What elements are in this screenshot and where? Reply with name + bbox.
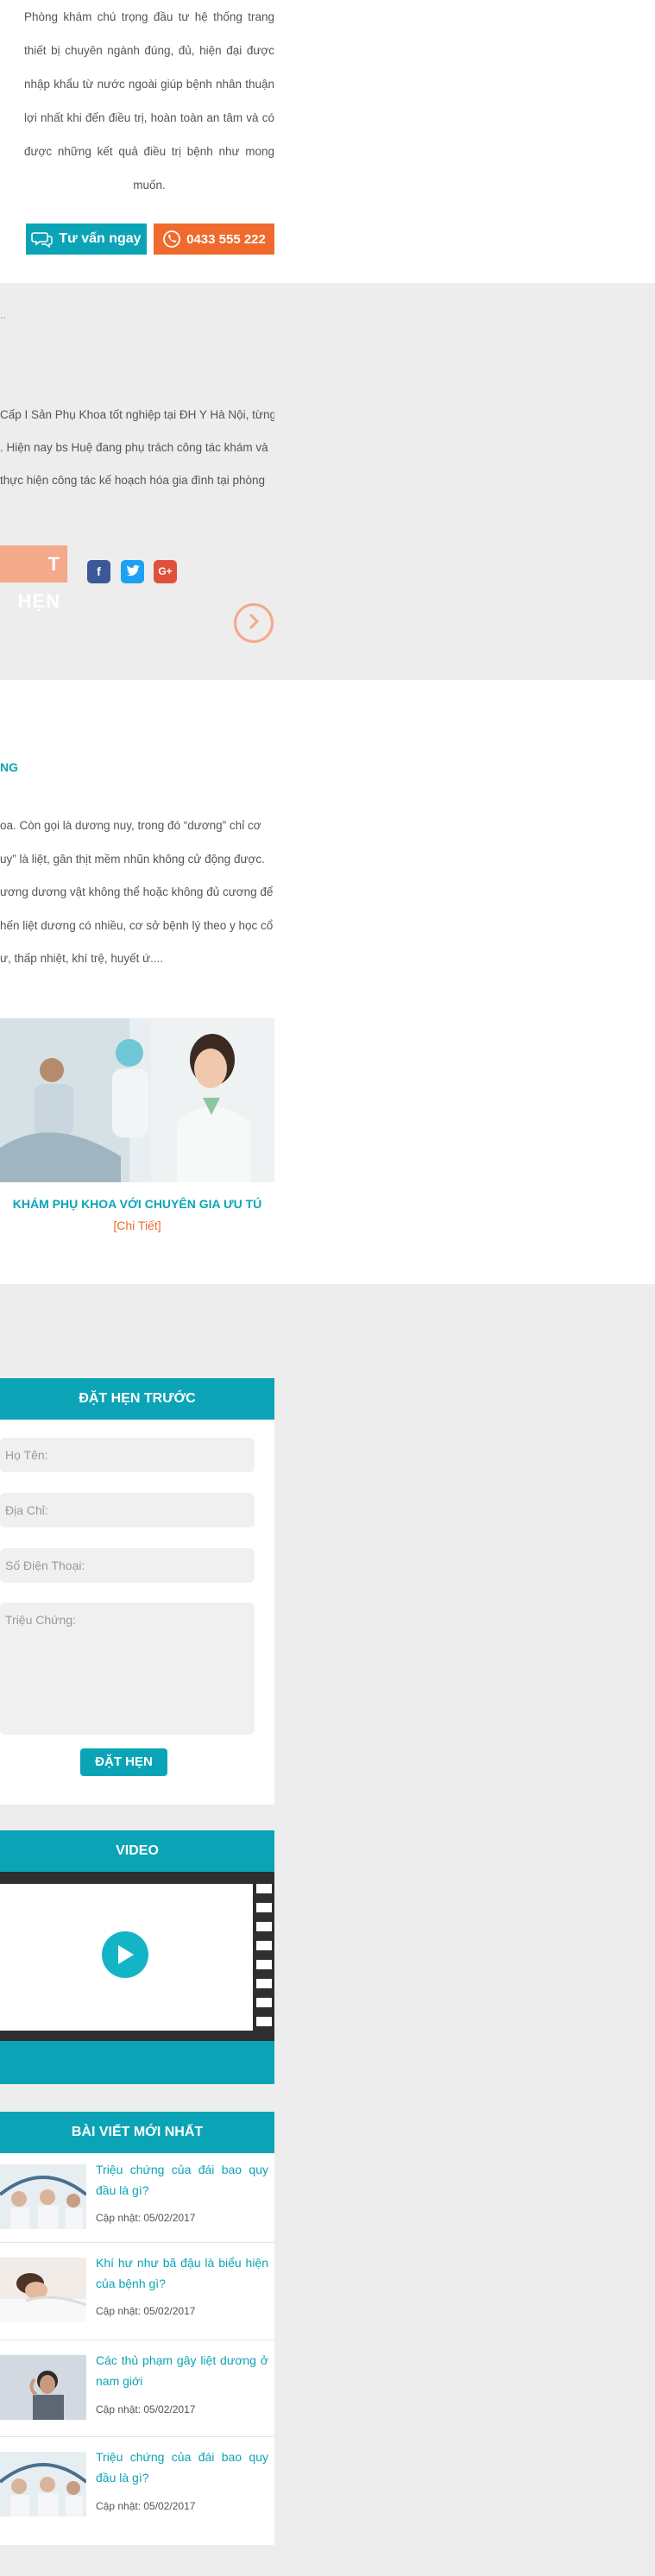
film-strip-hole bbox=[256, 1884, 272, 1893]
submit-booking-button[interactable]: ĐẶT HẸN bbox=[80, 1748, 167, 1776]
phone-field[interactable]: Số Điện Thoại: bbox=[0, 1548, 255, 1583]
consult-button[interactable]: Tư vấn ngay bbox=[26, 224, 147, 255]
play-icon[interactable] bbox=[102, 1931, 148, 1978]
post-date: Cập nhật: 05/02/2017 bbox=[96, 2305, 196, 2317]
symptom-field[interactable]: Triệu Chứng: bbox=[0, 1603, 255, 1735]
consult-label: Tư vấn ngay bbox=[59, 231, 142, 246]
twitter-icon[interactable] bbox=[121, 560, 144, 583]
film-strip-hole bbox=[256, 1941, 272, 1950]
film-strip-hole bbox=[256, 1960, 272, 1969]
google-plus-icon[interactable]: G+ bbox=[154, 560, 177, 583]
phone-icon bbox=[162, 230, 181, 249]
facebook-icon[interactable]: f bbox=[87, 560, 110, 583]
address-field[interactable]: Địa Chỉ: bbox=[0, 1493, 255, 1527]
post-title-link[interactable]: Các thủ phạm gây liệt dương ở nam giới bbox=[96, 2350, 268, 2391]
film-strip-hole bbox=[256, 1979, 272, 1988]
video-footer-bar bbox=[0, 2041, 274, 2084]
chevron-right-icon bbox=[246, 612, 261, 635]
doctor-ellipsis: .. bbox=[0, 309, 6, 321]
article-line: ư, thấp nhiệt, khí trệ, huyết ứ.... bbox=[0, 952, 164, 965]
post-title-link[interactable]: Triệu chứng của đái bao quy đầu là gì? bbox=[96, 2447, 268, 2488]
post-title-link[interactable]: Khí hư như bã đậu là biểu hiện của bệnh … bbox=[96, 2252, 268, 2294]
film-strip-hole bbox=[256, 1903, 272, 1912]
book-appointment-tag[interactable]: T HẸN bbox=[0, 545, 67, 612]
film-strip-hole bbox=[256, 1922, 272, 1931]
article-line: hến liệt dương có nhiều, cơ sở bệnh lý t… bbox=[0, 918, 274, 932]
feature-photo[interactable] bbox=[0, 1018, 274, 1182]
post-date: Cập nhật: 05/02/2017 bbox=[96, 2500, 196, 2512]
article-body: oa. Còn gọi là dương nuy, trong đó “dươn… bbox=[0, 809, 274, 976]
article-heading: NG bbox=[0, 760, 18, 774]
film-strip-hole bbox=[256, 2017, 272, 2026]
name-field[interactable]: Họ Tên: bbox=[0, 1438, 255, 1472]
post-thumbnail[interactable] bbox=[0, 2164, 86, 2229]
intro-text: Phòng khám chú trọng đầu tư hệ thống tra… bbox=[24, 10, 274, 192]
article-line: oa. Còn gọi là dương nuy, trong đó “dươn… bbox=[0, 819, 261, 832]
post-date: Cập nhật: 05/02/2017 bbox=[96, 2403, 196, 2415]
doctor-desc-line: thực hiện công tác kế hoạch hóa gia đình… bbox=[0, 474, 266, 487]
film-strip-hole bbox=[256, 1998, 272, 2007]
chat-icon bbox=[31, 230, 54, 249]
doctor-desc-line: Cấp I Sản Phụ Khoa tốt nghiệp tại ĐH Y H… bbox=[0, 408, 274, 421]
post-thumbnail[interactable] bbox=[0, 2452, 86, 2516]
latest-posts-title: BÀI VIẾT MỚI NHẤT bbox=[0, 2112, 274, 2153]
phone-button[interactable]: 0433 555 222 bbox=[154, 224, 274, 255]
post-thumbnail[interactable] bbox=[0, 2355, 86, 2420]
article-line: ương dương vật không thể hoặc không đủ c… bbox=[0, 885, 274, 898]
doctor-desc-line: . Hiện nay bs Huệ đang phụ trách công tá… bbox=[0, 441, 268, 454]
next-arrow-button[interactable] bbox=[234, 603, 274, 643]
post-divider bbox=[0, 2436, 274, 2437]
booking-title: ĐẶT HẸN TRƯỚC bbox=[0, 1378, 274, 1420]
doctor-description: Cấp I Sản Phụ Khoa tốt nghiệp tại ĐH Y H… bbox=[0, 399, 274, 497]
phone-label: 0433 555 222 bbox=[186, 231, 266, 247]
post-date: Cập nhật: 05/02/2017 bbox=[96, 2212, 196, 2224]
feature-detail-link[interactable]: [Chi Tiết] bbox=[0, 1219, 274, 1232]
post-thumbnail[interactable] bbox=[0, 2258, 86, 2322]
post-title-link[interactable]: Triệu chứng của đái bao quy đầu là gì? bbox=[96, 2159, 268, 2201]
feature-title[interactable]: KHÁM PHỤ KHOA VỚI CHUYÊN GIA ƯU TÚ bbox=[0, 1197, 274, 1211]
video-title: VIDEO bbox=[0, 1830, 274, 1872]
post-divider bbox=[0, 2242, 274, 2243]
article-line: uy” là liệt, gân thịt mềm nhũn không cử … bbox=[0, 852, 265, 866]
